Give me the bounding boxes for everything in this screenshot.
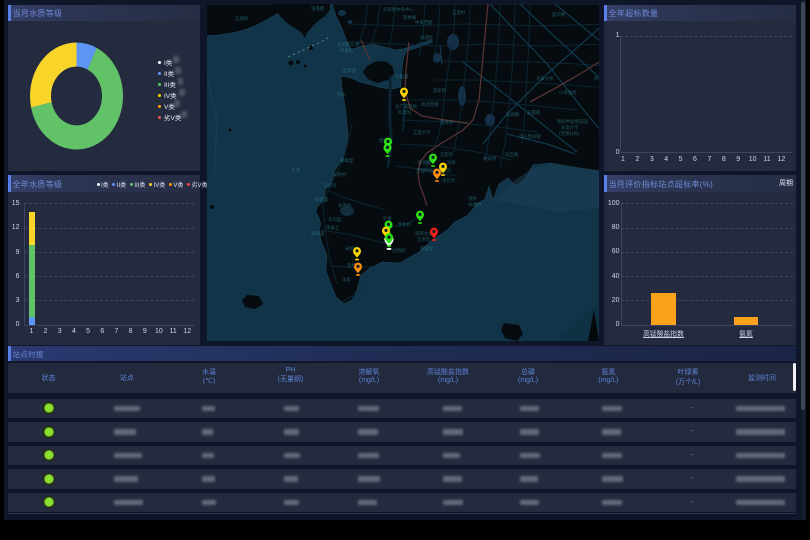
- svg-text:南泰上: 南泰上: [326, 224, 340, 230]
- svg-text:(无锡分校): (无锡分校): [559, 130, 580, 137]
- svg-text:吴都路: 吴都路: [506, 111, 520, 118]
- svg-text:重峰里: 重峰里: [340, 157, 354, 164]
- svg-text:慧灵桥: 慧灵桥: [440, 119, 454, 126]
- svg-text:滨湖区: 滨湖区: [420, 34, 434, 41]
- svg-text:江南大学: 江南大学: [413, 129, 431, 136]
- svg-text:中奥西路: 中奥西路: [415, 19, 433, 26]
- svg-text:白石里: 白石里: [315, 196, 329, 203]
- svg-text:大浮: 大浮: [291, 167, 300, 174]
- svg-text:天安大桥: 天安大桥: [536, 75, 554, 82]
- svg-text:科普馆: 科普馆: [398, 109, 412, 116]
- svg-text:天保新体育中心: 天保新体育中心: [383, 6, 414, 13]
- svg-text:龙寺桥: 龙寺桥: [338, 202, 352, 209]
- svg-text:千蠡湖: 千蠡湖: [395, 73, 409, 80]
- svg-text:羊桃村: 羊桃村: [333, 171, 347, 178]
- svg-text:石塘桥: 石塘桥: [235, 15, 249, 22]
- svg-text:马公坞: 马公坞: [323, 182, 337, 189]
- svg-text:张桥: 张桥: [468, 195, 477, 202]
- svg-text:感知中国博览园: 感知中国博览园: [557, 118, 588, 125]
- svg-text:长广溪湿地: 长广溪湿地: [395, 103, 418, 110]
- svg-text:寿安桥: 寿安桥: [483, 155, 497, 162]
- svg-text:渔港路: 渔港路: [311, 5, 325, 12]
- svg-text:坝桥: 坝桥: [447, 159, 456, 166]
- svg-text:佳年里: 佳年里: [343, 67, 357, 74]
- svg-text:古杨桥: 古杨桥: [392, 247, 406, 254]
- svg-text:东南大学: 东南大学: [561, 124, 579, 131]
- svg-text:艺术馆: 艺术馆: [417, 236, 431, 243]
- svg-text:北定桥: 北定桥: [440, 151, 454, 158]
- svg-text:薛家里: 薛家里: [420, 245, 434, 252]
- svg-text:东均里: 东均里: [328, 216, 342, 223]
- svg-text:邵家桥: 邵家桥: [433, 87, 447, 94]
- svg-text:风景区: 风景区: [340, 48, 354, 54]
- svg-text:吴都路: 吴都路: [527, 109, 541, 116]
- svg-text:盛岸路: 盛岸路: [552, 11, 566, 18]
- svg-text:祝埂桥: 祝埂桥: [468, 201, 482, 208]
- svg-text:充山: 充山: [337, 91, 346, 98]
- svg-text:湖滨浦: 湖滨浦: [311, 230, 325, 237]
- svg-text:五里村: 五里村: [452, 9, 466, 15]
- svg-text:华庄影剧院: 华庄影剧院: [519, 133, 542, 140]
- svg-text:机场路: 机场路: [594, 75, 599, 82]
- svg-text:沈家: 沈家: [342, 276, 351, 283]
- svg-text:小白渔桥: 小白渔桥: [559, 89, 577, 96]
- svg-text:太湖鼋头渚: 太湖鼋头渚: [337, 41, 360, 48]
- svg-text:南巨年: 南巨年: [442, 177, 456, 184]
- svg-text:吴区路: 吴区路: [505, 151, 519, 158]
- svg-text:罗生桥: 罗生桥: [398, 221, 412, 228]
- svg-text:高浪西路: 高浪西路: [421, 101, 439, 108]
